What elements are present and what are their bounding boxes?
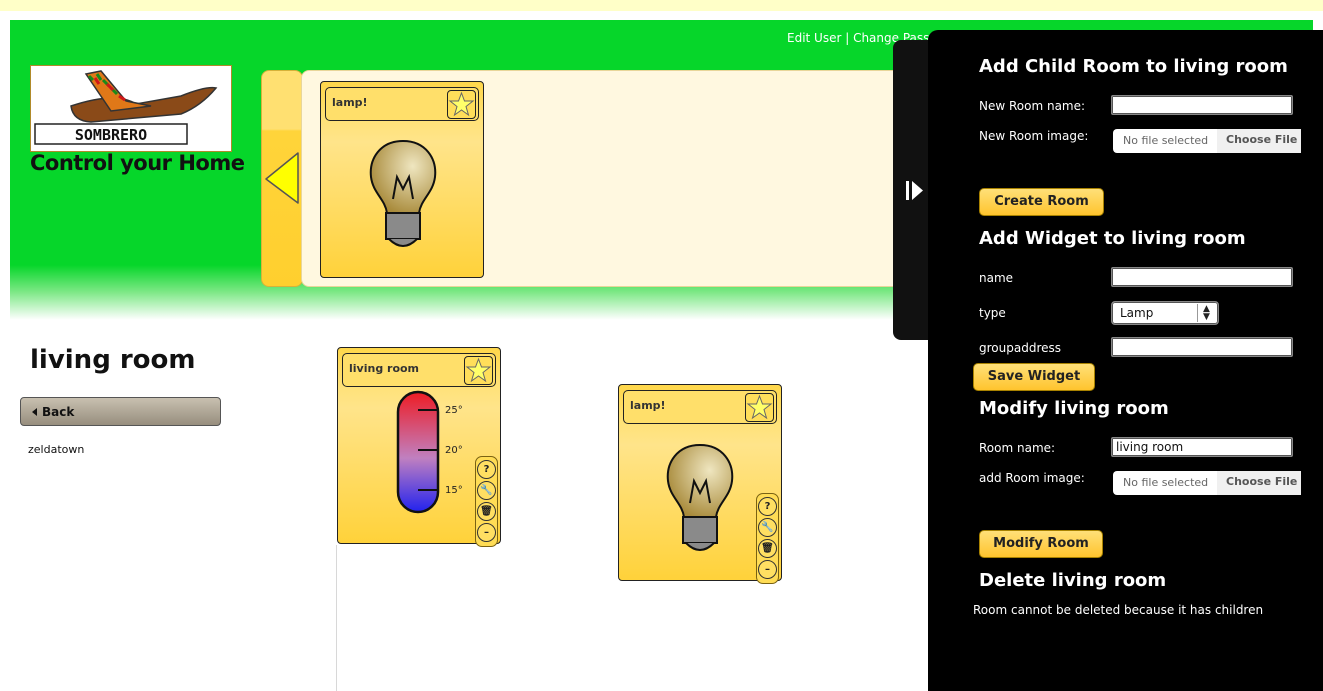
trash-icon: 🗑 (761, 543, 774, 554)
delete-room-note: Room cannot be deleted because it has ch… (973, 603, 1264, 617)
tagline: Control your Home (30, 151, 245, 175)
widget-title: lamp! (332, 96, 368, 109)
groupaddress-label: groupaddress (979, 341, 1061, 355)
file-status: No file selected (1123, 134, 1209, 147)
child-room-link[interactable]: zeldatown (28, 443, 84, 456)
tick-label: 20° (445, 445, 463, 456)
admin-panel: Add Child Room to living room New Room n… (928, 30, 1323, 691)
create-room-button[interactable]: Create Room (979, 188, 1104, 216)
widget-type-label: type (979, 306, 1006, 320)
widget-tools: ? 🔧 🗑 – (756, 493, 779, 584)
lightbulb-icon (369, 139, 437, 247)
new-room-image-label: New Room image: (979, 129, 1089, 143)
widget-type-select[interactable]: Lamp ▲ ▼ (1111, 301, 1219, 325)
help-button[interactable]: ? (758, 497, 777, 516)
modify-room-heading: Modify living room (979, 398, 1169, 419)
widget-name-input[interactable] (1111, 267, 1293, 287)
sombrero-logo: SOMBRERO (30, 65, 232, 152)
wrench-icon: 🔧 (761, 522, 774, 533)
tick-label: 15° (445, 485, 463, 496)
remove-button[interactable]: – (477, 523, 496, 542)
delete-room-heading: Delete living room (979, 570, 1167, 591)
delete-button[interactable]: 🗑 (758, 539, 777, 558)
room-image-file[interactable]: No file selected Choose File (1113, 471, 1301, 495)
widget-tools: ? 🔧 🗑 – (475, 456, 498, 547)
widget-title-bar: living room (342, 353, 496, 387)
favorites-scroll-left[interactable] (261, 70, 303, 287)
room-title: living room (30, 345, 196, 375)
remove-button[interactable]: – (758, 560, 777, 579)
lightbulb-icon (666, 443, 734, 551)
select-arrows-icon: ▲ ▼ (1197, 304, 1215, 322)
widget-title: living room (349, 362, 420, 375)
drawer-toggle-icon[interactable] (905, 178, 925, 203)
wrench-icon: 🔧 (480, 485, 493, 496)
logo-text: SOMBRERO (75, 126, 147, 144)
edit-button[interactable]: 🔧 (477, 481, 496, 500)
widget-lamp[interactable]: lamp! ? 🔧 🗑 – (618, 384, 782, 584)
add-child-room-heading: Add Child Room to living room (979, 56, 1288, 77)
star-icon[interactable] (464, 356, 493, 385)
choose-file-button[interactable]: Choose File (1217, 471, 1301, 495)
room-name-label: Room name: (979, 441, 1056, 455)
room-name-input[interactable] (1111, 437, 1293, 457)
star-icon[interactable] (745, 393, 774, 422)
new-room-name-input[interactable] (1111, 95, 1293, 115)
choose-file-button[interactable]: Choose File (1217, 129, 1301, 153)
star-icon[interactable] (447, 90, 476, 119)
modify-room-button[interactable]: Modify Room (979, 530, 1103, 558)
help-button[interactable]: ? (477, 460, 496, 479)
widget-thermometer[interactable]: living room 25° 20° 15° ? 🔧 🗑 – (337, 347, 501, 547)
room-image-label: add Room image: (979, 471, 1085, 485)
widget-title-bar: lamp! (325, 87, 479, 121)
widget-title-bar: lamp! (623, 390, 777, 424)
widget-title: lamp! (630, 399, 666, 412)
edit-button[interactable]: 🔧 (758, 518, 777, 537)
top-strip (0, 0, 1323, 11)
new-room-image-file[interactable]: No file selected Choose File (1113, 129, 1301, 153)
widget-name-label: name (979, 271, 1014, 285)
save-widget-button[interactable]: Save Widget (973, 363, 1095, 391)
delete-button[interactable]: 🗑 (477, 502, 496, 521)
arrow-left-icon (265, 152, 299, 204)
minus-icon: – (765, 564, 770, 575)
minus-icon: – (484, 527, 489, 538)
new-room-name-label: New Room name: (979, 99, 1086, 113)
add-widget-heading: Add Widget to living room (979, 228, 1246, 249)
groupaddress-input[interactable] (1111, 337, 1293, 357)
file-status: No file selected (1123, 476, 1209, 489)
widget-type-value: Lamp (1120, 306, 1154, 320)
back-button[interactable]: Back (20, 397, 221, 426)
trash-icon: 🗑 (480, 506, 493, 517)
favorite-widget-lamp[interactable]: lamp! (320, 81, 484, 278)
divider (336, 545, 337, 691)
tick-label: 25° (445, 405, 463, 416)
